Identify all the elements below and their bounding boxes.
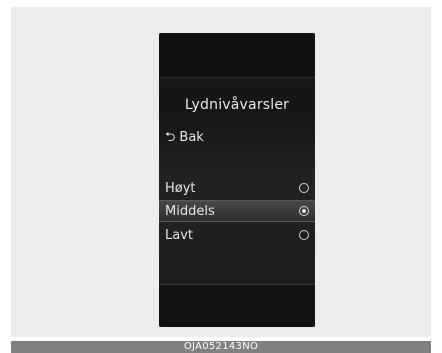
- option-label: Lavt: [165, 227, 193, 243]
- option-hoyt[interactable]: Høyt: [159, 177, 315, 199]
- radio-checked-icon[interactable]: [299, 206, 309, 216]
- option-label: Middels: [165, 203, 215, 219]
- return-arrow-icon: ⮌: [165, 130, 176, 145]
- figure-frame: Lydnivåvarsler ⮌ Bak Høyt Middels Lavt: [11, 7, 431, 337]
- option-label: Høyt: [165, 180, 196, 196]
- top-bar: [159, 33, 315, 78]
- back-button[interactable]: ⮌ Bak: [165, 130, 204, 145]
- radio-unchecked-icon[interactable]: [299, 230, 309, 240]
- bottom-bar: [159, 285, 315, 327]
- option-middels[interactable]: Middels: [159, 200, 315, 222]
- option-lavt[interactable]: Lavt: [159, 224, 315, 246]
- back-label: Bak: [179, 130, 204, 145]
- menu-title: Lydnivåvarsler: [184, 97, 290, 113]
- device-screen: Lydnivåvarsler ⮌ Bak Høyt Middels Lavt: [159, 33, 315, 327]
- radio-unchecked-icon[interactable]: [299, 183, 309, 193]
- figure-caption: OJA052143NO: [11, 341, 431, 353]
